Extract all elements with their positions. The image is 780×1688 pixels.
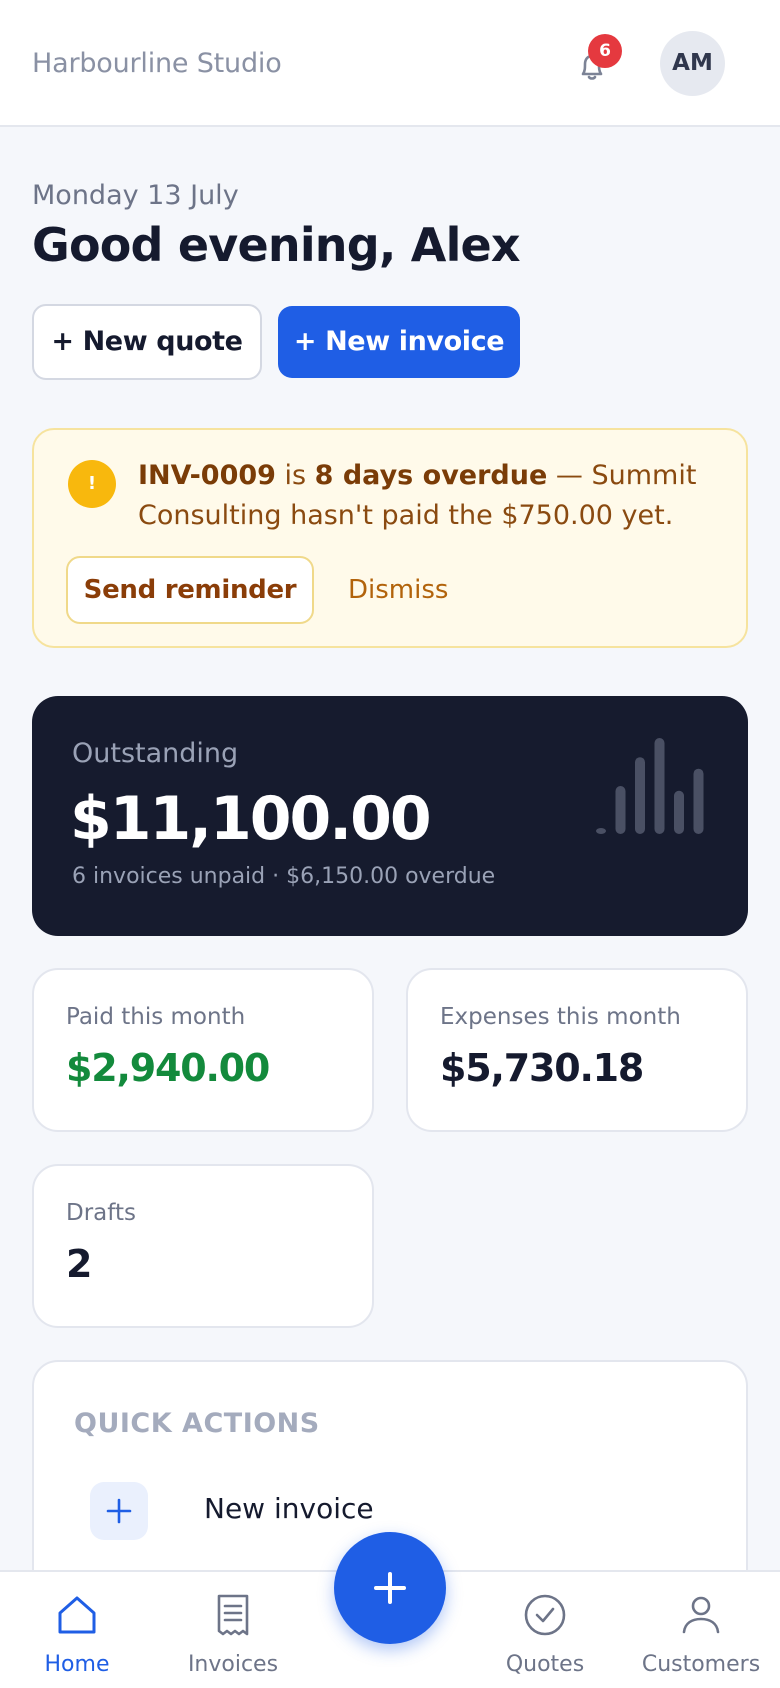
home-icon — [58, 1596, 96, 1634]
outstanding-label: Outstanding — [72, 738, 239, 769]
drafts-label: Drafts — [66, 1200, 136, 1226]
check-circle-icon — [524, 1594, 566, 1636]
nav-invoices[interactable]: Invoices — [158, 1572, 308, 1688]
alert-overdue-text: 8 days overdue — [314, 460, 548, 491]
dismiss-button[interactable]: Dismiss — [348, 556, 448, 624]
outstanding-subtitle: 6 invoices unpaid · $6,150.00 overdue — [72, 864, 496, 889]
outstanding-sparkbars — [596, 738, 704, 834]
top-bar: Harbourline Studio 6 AM — [0, 0, 780, 127]
user-icon — [682, 1596, 720, 1634]
alert-message: INV-0009 is 8 days overdue — Summit Cons… — [138, 456, 718, 536]
quick-action-label: New invoice — [204, 1492, 374, 1525]
fab-create-button[interactable] — [334, 1532, 446, 1644]
invoice-icon — [217, 1594, 249, 1636]
spark-bar — [674, 790, 684, 834]
alert-is-text: is — [275, 460, 315, 491]
expenses-this-month-card[interactable]: Expenses this month $5,730.18 — [406, 968, 748, 1132]
current-date: Monday 13 July — [32, 180, 239, 211]
notification-badge: 6 — [588, 34, 622, 68]
spark-bar — [635, 757, 645, 834]
plus-icon — [374, 1572, 406, 1604]
outstanding-card[interactable]: Outstanding $11,100.00 6 invoices unpaid… — [32, 696, 748, 936]
overdue-alert: ! INV-0009 is 8 days overdue — Summit Co… — [32, 428, 748, 648]
avatar[interactable]: AM — [660, 31, 725, 96]
nav-home[interactable]: Home — [2, 1572, 152, 1688]
new-quote-button[interactable]: + New quote — [32, 304, 262, 380]
drafts-card[interactable]: Drafts 2 — [32, 1164, 374, 1328]
page-title: Good evening, Alex — [32, 218, 521, 272]
drafts-value: 2 — [66, 1242, 92, 1286]
quick-actions-title: QUICK ACTIONS — [74, 1408, 320, 1439]
nav-quotes[interactable]: Quotes — [470, 1572, 620, 1688]
brand-name: Harbourline Studio — [32, 48, 282, 79]
warning-icon: ! — [68, 460, 116, 508]
nav-home-label: Home — [44, 1652, 110, 1677]
spark-bar — [693, 768, 704, 834]
new-invoice-button[interactable]: + New invoice — [278, 306, 520, 378]
paid-label: Paid this month — [66, 1004, 246, 1030]
send-reminder-button[interactable]: Send reminder — [66, 556, 314, 624]
spark-bar — [615, 786, 626, 834]
plus-icon — [90, 1482, 148, 1540]
spark-bar — [654, 738, 665, 834]
expenses-label: Expenses this month — [440, 1004, 681, 1030]
nav-invoices-label: Invoices — [187, 1652, 279, 1677]
nav-quotes-label: Quotes — [505, 1652, 585, 1677]
expenses-value: $5,730.18 — [440, 1046, 644, 1090]
alert-invoice-id: INV-0009 — [138, 460, 276, 491]
outstanding-amount: $11,100.00 — [70, 784, 432, 854]
paid-value: $2,940.00 — [66, 1046, 270, 1090]
spark-bar — [596, 828, 606, 834]
paid-this-month-card[interactable]: Paid this month $2,940.00 — [32, 968, 374, 1132]
nav-customers-label: Customers — [641, 1652, 761, 1677]
nav-customers[interactable]: Customers — [626, 1572, 776, 1688]
